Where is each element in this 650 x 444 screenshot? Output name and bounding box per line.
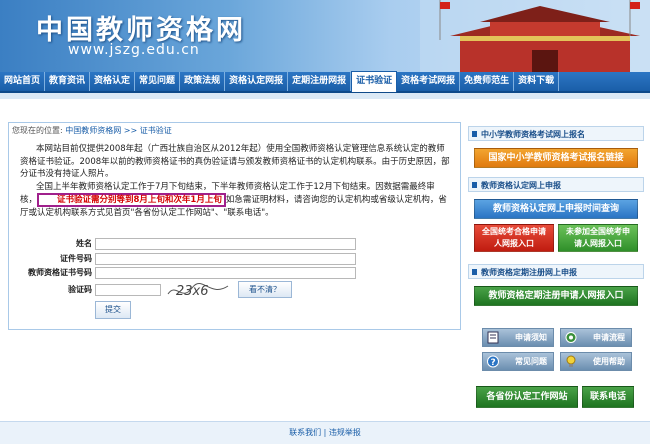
- faq-button[interactable]: ? 常见问题: [482, 352, 554, 371]
- nav-registration-apply[interactable]: 定期注册网报: [288, 72, 352, 91]
- verify-time-notice: 证书验证需分别等到8月上旬和次年1月上旬: [37, 193, 226, 207]
- captcha-label: 验证码: [68, 285, 92, 294]
- nav-faq[interactable]: 常见问题: [135, 72, 181, 91]
- header-banner: 中国教师资格网 www.jszg.edu.cn: [0, 0, 650, 72]
- no-exam-apply-button[interactable]: 未参加全国统考申请人网报入口: [558, 224, 638, 252]
- footer-separator: |: [323, 428, 327, 437]
- paper-icon: [487, 331, 499, 344]
- breadcrumb: 您现在的位置: 中国教师资格网 >> 证书验证: [12, 125, 172, 136]
- apply-process-button[interactable]: 申请流程: [560, 328, 632, 347]
- nav-policy[interactable]: 政策法规: [180, 72, 226, 91]
- certification-time-query-button[interactable]: 教师资格认定网上申报时间查询: [474, 199, 638, 219]
- captcha-text: 23x6: [176, 284, 209, 299]
- name-input[interactable]: [95, 238, 356, 250]
- breadcrumb-separator: >>: [123, 126, 138, 135]
- apply-notice-label: 申请须知: [515, 333, 547, 342]
- apply-notice-button[interactable]: 申请须知: [482, 328, 554, 347]
- faq-label: 常见问题: [515, 357, 547, 366]
- svg-text:?: ?: [491, 358, 496, 368]
- nav-free-normal[interactable]: 免费师范生: [460, 72, 515, 91]
- nav-subbar: [0, 93, 650, 99]
- lightbulb-icon: [566, 355, 576, 367]
- question-icon: ?: [487, 355, 499, 368]
- submit-button[interactable]: 提交: [95, 301, 131, 319]
- site-url: www.jszg.edu.cn: [68, 42, 200, 58]
- tiananmen-illustration: [420, 0, 650, 72]
- breadcrumb-prefix: 您现在的位置:: [12, 126, 63, 135]
- breadcrumb-home-link[interactable]: 中国教师资格网: [65, 126, 121, 135]
- nav-news[interactable]: 教育资讯: [45, 72, 91, 91]
- help-label: 使用帮助: [593, 357, 625, 366]
- apply-process-label: 申请流程: [593, 333, 625, 342]
- registration-apply-button[interactable]: 教师资格定期注册申请人网报入口: [474, 286, 638, 306]
- footer-report-link[interactable]: 违规举报: [329, 428, 361, 437]
- id-number-input[interactable]: [95, 253, 356, 265]
- sidebar-section-exam: 中小学教师资格考试网上报名: [468, 126, 644, 141]
- name-label: 姓名: [76, 239, 92, 248]
- nav-certification-apply[interactable]: 资格认定网报: [225, 72, 289, 91]
- certificate-number-input[interactable]: [95, 267, 356, 279]
- nav-downloads[interactable]: 资料下载: [514, 72, 560, 91]
- provincial-websites-button[interactable]: 各省份认定工作网站: [476, 386, 578, 408]
- verify-description: 本网站目前仅提供2008年起（广西壮族自治区从2012年起）使用全国教师资格认定…: [20, 143, 450, 220]
- contact-phone-button[interactable]: 联系电话: [582, 386, 634, 408]
- nav-home[interactable]: 网站首页: [0, 72, 46, 91]
- captcha-input[interactable]: [95, 284, 161, 296]
- exam-register-link[interactable]: 国家中小学教师资格考试报名链接: [474, 148, 638, 168]
- id-number-label: 证件号码: [60, 254, 92, 263]
- footer-contact-link[interactable]: 联系我们: [289, 428, 321, 437]
- exam-passed-apply-button[interactable]: 全国统考合格申请人网报入口: [474, 224, 554, 252]
- certificate-number-label: 教师资格证书号码: [28, 268, 92, 277]
- sidebar-section-registration: 教师资格定期注册网上申报: [468, 264, 644, 279]
- footer: 联系我们 | 违规举报: [0, 421, 650, 444]
- nav-certificate-verify[interactable]: 证书验证: [351, 71, 398, 92]
- gear-icon: [565, 332, 577, 343]
- main-nav: 网站首页 教育资讯 资格认定 常见问题 政策法规 资格认定网报 定期注册网报 证…: [0, 71, 650, 93]
- nav-certification[interactable]: 资格认定: [90, 72, 136, 91]
- description-paragraph-2: 全国上半年教师资格认定工作于7月下旬结束，下半年教师资格认定工作于12月下旬结束…: [20, 181, 450, 220]
- description-paragraph-1: 本网站目前仅提供2008年起（广西壮族自治区从2012年起）使用全国教师资格认定…: [20, 144, 450, 179]
- nav-exam-apply[interactable]: 资格考试网报: [397, 72, 461, 91]
- help-button[interactable]: 使用帮助: [560, 352, 632, 371]
- sidebar-section-certification: 教师资格认定网上申报: [468, 177, 644, 192]
- captcha-image[interactable]: 23x6: [166, 280, 230, 300]
- captcha-refresh-button[interactable]: 看不清？: [238, 281, 292, 298]
- breadcrumb-current[interactable]: 证书验证: [140, 126, 172, 135]
